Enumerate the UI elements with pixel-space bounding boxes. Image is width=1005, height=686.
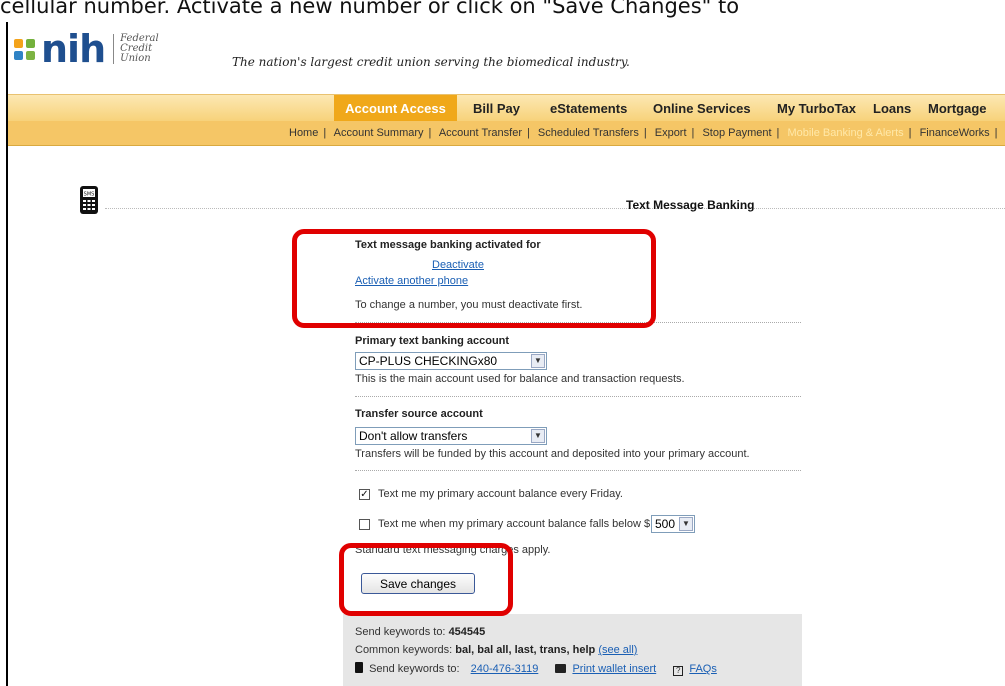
subnav-export[interactable]: Export (655, 127, 687, 139)
subnav-account-transfer[interactable]: Account Transfer (439, 127, 522, 139)
keywords-actions-row: Send keywords to: 240-476-3119 Print wal… (355, 662, 717, 676)
sub-nav: Home | Account Summary | Account Transfer |… (8, 121, 1005, 146)
transfer-source-help: Transfers will be funded by this account… (355, 448, 750, 460)
main-nav: Account Access Bill Pay eStatements Onli… (8, 94, 1005, 122)
charges-note: Standard text messaging charges apply. (355, 544, 551, 556)
common-keywords-row: Common keywords: bal, bal all, last, tra… (355, 644, 637, 656)
send-keywords-label-2: Send keywords to: (369, 663, 460, 675)
logo-word: nih (41, 27, 106, 71)
chevron-down-icon[interactable]: ▼ (531, 429, 545, 443)
low-balance-amount-value: 500 (655, 517, 676, 531)
nav-loans[interactable]: Loans (873, 95, 911, 122)
send-keywords-phone-link[interactable]: 240-476-3119 (471, 663, 539, 675)
mobile-phone-icon (355, 662, 363, 673)
chevron-down-icon[interactable]: ▼ (679, 517, 693, 531)
print-wallet-insert-link[interactable]: Print wallet insert (572, 663, 656, 675)
send-keywords-label: Send keywords to: (355, 626, 446, 638)
subnav-scheduled-transfers[interactable]: Scheduled Transfers (538, 127, 639, 139)
subnav-financeworks[interactable]: FinanceWorks (920, 127, 990, 139)
nih-logo[interactable]: nih Federal Credit Union (14, 30, 159, 68)
nav-estatements[interactable]: eStatements (550, 95, 627, 122)
nav-online-services[interactable]: Online Services (653, 95, 751, 122)
keywords-panel: Send keywords to: 454545 Common keywords… (343, 614, 802, 686)
dotted-divider (355, 322, 801, 323)
chevron-down-icon[interactable]: ▼ (531, 354, 545, 368)
low-balance-label: Text me when my primary account balance … (378, 518, 651, 530)
primary-account-help: This is the main account used for balanc… (355, 373, 685, 385)
sms-phone-icon: SMS (80, 186, 98, 214)
send-keywords-row: Send keywords to: 454545 (355, 626, 485, 638)
dotted-divider (355, 470, 801, 471)
subnav-mobile-banking-alerts[interactable]: Mobile Banking & Alerts (787, 127, 903, 139)
nav-account-access[interactable]: Account Access (334, 95, 457, 122)
nav-mortgage[interactable]: Mortgage (928, 95, 987, 122)
transfer-source-value: Don't allow transfers (359, 429, 468, 443)
activation-heading: Text message banking activated for (355, 239, 541, 251)
caption-text: cellular number. Activate a new number o… (0, 0, 740, 18)
faqs-link[interactable]: FAQs (689, 663, 717, 675)
subnav-account-summary[interactable]: Account Summary (334, 127, 424, 139)
friday-balance-checkbox[interactable]: ✓ (359, 489, 370, 500)
subnav-stop-payment[interactable]: Stop Payment (702, 127, 771, 139)
logo-dots-icon (14, 38, 35, 60)
transfer-source-select[interactable]: Don't allow transfers ▼ (355, 427, 547, 445)
printer-icon (555, 664, 567, 673)
nav-my-turbotax[interactable]: My TurboTax (777, 95, 856, 122)
activate-another-phone-link[interactable]: Activate another phone (355, 275, 468, 287)
common-keywords-list: bal, bal all, last, trans, help (455, 644, 596, 656)
logo-line-3: Union (120, 53, 151, 64)
low-balance-amount-select[interactable]: 500 ▼ (651, 515, 695, 533)
deactivate-link[interactable]: Deactivate (432, 259, 484, 271)
logo-divider (113, 34, 115, 64)
help-icon: ? (673, 666, 684, 676)
section-divider (105, 208, 1005, 209)
see-all-keywords-link[interactable]: (see all) (598, 644, 637, 656)
save-changes-button[interactable]: Save changes (361, 573, 475, 594)
low-balance-checkbox[interactable] (359, 519, 370, 530)
primary-account-heading: Primary text banking account (355, 335, 510, 347)
dotted-divider (355, 396, 801, 397)
svg-text:SMS: SMS (84, 192, 95, 198)
send-keywords-number: 454545 (448, 626, 486, 638)
section-title: Text Message Banking (626, 198, 755, 212)
nav-bill-pay[interactable]: Bill Pay (473, 95, 520, 122)
change-number-note: To change a number, you must deactivate … (355, 299, 583, 311)
transfer-source-heading: Transfer source account (355, 408, 483, 420)
friday-balance-label: Text me my primary account balance every… (378, 488, 623, 500)
primary-account-value: CP-PLUS CHECKINGx80 (359, 354, 498, 368)
primary-account-select[interactable]: CP-PLUS CHECKINGx80 ▼ (355, 352, 547, 370)
common-keywords-label: Common keywords: (355, 644, 453, 656)
subnav-home[interactable]: Home (289, 127, 318, 139)
logo-subtitle: Federal Credit Union (120, 34, 159, 64)
tagline: The nation's largest credit union servin… (232, 55, 630, 69)
